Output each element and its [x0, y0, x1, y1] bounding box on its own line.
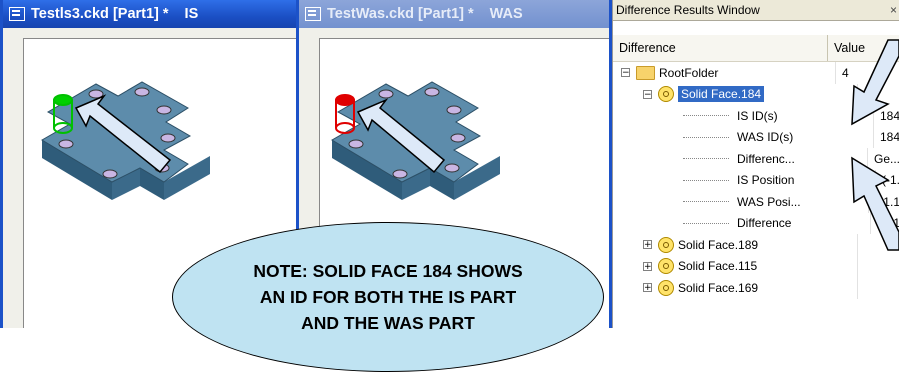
results-tree[interactable]: − RootFolder 4− Solid Face.184 IS ID(s) 184 WA…	[613, 62, 899, 299]
column-header-value[interactable]: Value	[828, 35, 865, 61]
tree-row-label: WAS Posi...	[737, 194, 801, 209]
tree-row-label: Differenc...	[737, 151, 795, 166]
tree-row-value: 184	[872, 105, 899, 127]
is-window-title: Testls3.ckd [Part1] *	[31, 6, 169, 22]
tree-row-value: (-1.1	[868, 191, 899, 213]
expand-icon[interactable]: +	[643, 261, 652, 271]
tree-row-label: IS Position	[737, 173, 795, 188]
tree-row-label-cell[interactable]: + Solid Face.189	[613, 234, 857, 256]
tree-row[interactable]: IS ID(s) 184	[613, 105, 899, 127]
was-window-titlebar[interactable]: TestWas.ckd [Part1] * WAS	[299, 0, 609, 28]
expand-icon[interactable]: +	[643, 283, 652, 293]
tree-row[interactable]: IS Position (-1.	[613, 169, 899, 192]
results-table-header: Difference Value	[613, 35, 899, 62]
tree-row-label-cell[interactable]: Differenc...	[613, 148, 867, 170]
tree-row[interactable]: + Solid Face.189	[613, 234, 899, 256]
tree-connector	[683, 158, 729, 160]
tree-row-label-cell[interactable]: − RootFolder	[613, 62, 835, 84]
callout-line-1: NOTE: SOLID FACE 184 SHOWS	[253, 261, 523, 281]
lightbulb-icon	[658, 236, 674, 253]
collapse-icon[interactable]: −	[643, 89, 652, 99]
expand-icon[interactable]: +	[643, 240, 652, 250]
callout-line-2: AN ID FOR BOTH THE IS PART	[259, 287, 517, 307]
document-icon	[9, 7, 25, 21]
tree-row-label: WAS ID(s)	[737, 130, 794, 145]
difference-results-window[interactable]: Difference Results Window × Difference V…	[612, 0, 899, 328]
folder-icon	[636, 65, 655, 80]
tree-connector	[683, 222, 729, 224]
tree-connector	[683, 115, 729, 117]
tree-row[interactable]: WAS Posi... (-1.1	[613, 191, 899, 213]
tree-row[interactable]: + Solid Face.169	[613, 277, 899, 299]
tree-row-label-cell[interactable]: IS Position	[613, 170, 875, 192]
tree-row-label-cell[interactable]: Difference	[613, 213, 870, 235]
lightbulb-icon	[658, 258, 674, 275]
was-window-title: TestWas.ckd [Part1] *	[327, 6, 474, 22]
tree-row-label-cell[interactable]: + Solid Face.169	[613, 277, 857, 299]
tree-row-label: Solid Face.189	[678, 237, 759, 252]
tree-row[interactable]: Differenc... Ge...	[613, 148, 899, 170]
tree-row-label: Solid Face.184	[678, 86, 765, 103]
document-icon	[305, 7, 321, 21]
tree-row-label-cell[interactable]: WAS ID(s)	[613, 127, 873, 149]
tree-row-label-cell[interactable]: IS ID(s)	[613, 105, 873, 127]
tree-row[interactable]: − Solid Face.184	[613, 83, 899, 106]
tree-row-value: 0.01	[869, 212, 899, 234]
tree-row-value: 184	[872, 126, 899, 148]
was-window-suffix: WAS	[489, 6, 523, 22]
tree-row-value: 4	[835, 62, 899, 84]
tree-row-value	[857, 83, 899, 105]
column-header-difference[interactable]: Difference	[613, 35, 828, 61]
collapse-icon[interactable]: −	[621, 68, 630, 78]
tree-row-label: Solid Face.169	[678, 280, 759, 295]
tree-row-value	[857, 277, 899, 299]
tree-row-label-cell[interactable]: − Solid Face.184	[613, 84, 857, 106]
tree-row-value: (-1.	[875, 169, 899, 191]
tree-connector	[683, 136, 729, 138]
tree-row-label: IS ID(s)	[737, 108, 778, 123]
difference-window-title: Difference Results Window	[616, 3, 760, 17]
tree-row-value: Ge...	[866, 148, 899, 170]
tree-row[interactable]: WAS ID(s) 184	[613, 126, 899, 149]
callout-line-3: AND THE WAS PART	[301, 313, 475, 333]
tree-row[interactable]: Difference 0.01	[613, 212, 899, 235]
close-icon[interactable]: ×	[890, 3, 897, 17]
tree-connector	[683, 201, 729, 203]
tree-row-label-cell[interactable]: + Solid Face.115	[613, 256, 857, 278]
tree-row[interactable]: − RootFolder 4	[613, 62, 899, 84]
tree-row-label-cell[interactable]: WAS Posi...	[613, 191, 868, 213]
tree-row-value	[857, 234, 899, 256]
lightbulb-icon	[658, 86, 674, 103]
difference-window-titlebar[interactable]: Difference Results Window ×	[613, 0, 899, 21]
is-window-titlebar[interactable]: Testls3.ckd [Part1] * IS	[3, 0, 296, 28]
tree-row-label: Solid Face.115	[678, 259, 758, 274]
tree-connector	[683, 179, 729, 181]
tree-row-value	[857, 255, 899, 277]
is-window-suffix: IS	[184, 6, 199, 22]
tree-row[interactable]: + Solid Face.115	[613, 255, 899, 278]
tree-row-label: RootFolder	[659, 65, 719, 80]
lightbulb-icon	[658, 279, 674, 296]
tree-row-label: Difference	[737, 216, 792, 231]
note-callout: NOTE: SOLID FACE 184 SHOWS AN ID FOR BOT…	[172, 222, 604, 372]
